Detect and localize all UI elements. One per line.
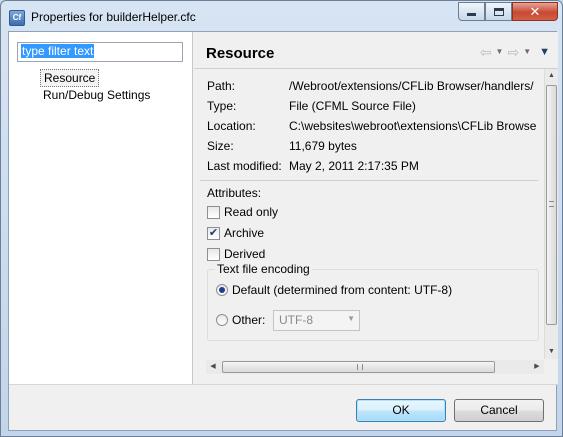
- maximize-button[interactable]: [485, 2, 512, 21]
- other-encoding-value: UTF-8: [279, 313, 313, 327]
- window-controls: ✕: [458, 2, 558, 22]
- filter-input[interactable]: type filter text: [17, 42, 183, 62]
- resource-properties: Path: /Webroot/extensions/CFLib Browser/h…: [194, 69, 558, 384]
- size-label: Size:: [207, 139, 234, 153]
- page-title: Resource: [206, 45, 275, 62]
- maximize-icon: [493, 7, 504, 16]
- scroll-left-icon[interactable]: ◀: [206, 360, 220, 374]
- read-only-checkbox[interactable]: Read only: [207, 205, 278, 219]
- size-row: Size: 11,679 bytes: [207, 139, 357, 153]
- page-nav-toolbar: ⇦ ▼ ⇨ ▼ ▼: [480, 45, 550, 59]
- view-menu-icon[interactable]: ▼: [539, 46, 550, 58]
- chevron-down-icon: ▼: [347, 314, 355, 323]
- properties-dialog: Cf Properties for builderHelper.cfc ✕ ty…: [0, 0, 563, 437]
- minimize-button[interactable]: [458, 2, 485, 21]
- archive-checkbox-box[interactable]: ✔: [207, 226, 220, 240]
- read-only-checkbox-box[interactable]: [207, 205, 220, 219]
- derived-checkbox-box[interactable]: [207, 247, 220, 261]
- default-encoding-radio[interactable]: Default (determined from content: UTF-8): [216, 283, 452, 297]
- horizontal-scroll-thumb[interactable]: [222, 361, 495, 373]
- coldfusion-app-icon: Cf: [9, 10, 25, 26]
- grip-icon: [357, 364, 363, 370]
- minimize-icon: [467, 13, 476, 16]
- read-only-label: Read only: [224, 205, 279, 219]
- other-encoding-select[interactable]: UTF-8 ▼: [273, 310, 360, 331]
- title-bar[interactable]: Cf Properties for builderHelper.cfc ✕: [1, 1, 563, 33]
- dialog-client-area: type filter text Resource Run/Debug Sett…: [8, 31, 558, 431]
- archive-label: Archive: [224, 226, 265, 240]
- grip-icon: [549, 201, 554, 207]
- close-button[interactable]: ✕: [512, 2, 558, 21]
- derived-label: Derived: [224, 247, 266, 261]
- window-title: Properties for builderHelper.cfc: [31, 10, 196, 24]
- text-file-encoding-title: Text file encoding: [215, 262, 312, 276]
- scroll-right-icon[interactable]: ▶: [530, 360, 544, 374]
- path-value: /Webroot/extensions/CFLib Browser/handle…: [289, 79, 534, 93]
- forward-dropdown-icon[interactable]: ▼: [523, 48, 531, 56]
- path-row: Path: /Webroot/extensions/CFLib Browser/h…: [207, 79, 534, 93]
- location-value: C:\websites\webroot\extensions\CFLib Bro…: [289, 119, 537, 133]
- last-modified-value: May 2, 2011 2:17:35 PM: [289, 159, 419, 173]
- type-value: File (CFML Source File): [289, 99, 416, 113]
- back-arrow-icon[interactable]: ⇦: [480, 45, 492, 59]
- path-label: Path:: [207, 79, 236, 93]
- scroll-down-icon[interactable]: ▼: [545, 345, 558, 359]
- derived-checkbox[interactable]: Derived: [207, 247, 265, 261]
- close-icon: ✕: [529, 4, 541, 19]
- archive-checkbox[interactable]: ✔ Archive: [207, 226, 264, 240]
- filter-input-selected-text: type filter text: [21, 44, 95, 58]
- horizontal-scrollbar[interactable]: ◀ ▶: [206, 360, 544, 374]
- cancel-button[interactable]: Cancel: [454, 399, 544, 422]
- type-label: Type:: [207, 99, 237, 113]
- forward-arrow-icon[interactable]: ⇨: [507, 45, 519, 59]
- type-row: Type: File (CFML Source File): [207, 99, 416, 113]
- size-value: 11,679 bytes: [289, 139, 357, 153]
- last-modified-label: Last modified:: [207, 159, 282, 173]
- other-encoding-label: Other:: [232, 313, 266, 327]
- location-row: Location: C:\websites\webroot\extensions\…: [207, 119, 536, 133]
- default-encoding-label: Default (determined from content: UTF-8): [232, 283, 453, 297]
- tree-item-run-debug-settings[interactable]: Run/Debug Settings: [40, 87, 153, 103]
- scroll-up-icon[interactable]: ▲: [545, 69, 558, 83]
- tree-item-resource[interactable]: Resource: [40, 69, 100, 87]
- other-encoding-radio[interactable]: Other:: [216, 313, 265, 327]
- property-page: Resource ⇦ ▼ ⇨ ▼ ▼ Path: /Webroot/extensi…: [194, 32, 558, 384]
- location-label: Location:: [207, 119, 256, 133]
- property-page-tree: type filter text Resource Run/Debug Sett…: [9, 32, 193, 384]
- vertical-scrollbar[interactable]: ▲ ▼: [544, 69, 558, 359]
- back-dropdown-icon[interactable]: ▼: [496, 48, 504, 56]
- attributes-title: Attributes:: [207, 186, 262, 200]
- button-bar-divider: [9, 384, 558, 385]
- default-encoding-radio-dot[interactable]: [216, 284, 228, 296]
- last-modified-row: Last modified: May 2, 2011 2:17:35 PM: [207, 159, 419, 173]
- vertical-scroll-thumb[interactable]: [546, 85, 557, 325]
- attributes-divider: [200, 180, 538, 181]
- ok-button[interactable]: OK: [356, 399, 446, 422]
- text-file-encoding-group: Text file encoding Default (determined f…: [207, 262, 539, 341]
- other-encoding-radio-dot[interactable]: [216, 314, 228, 326]
